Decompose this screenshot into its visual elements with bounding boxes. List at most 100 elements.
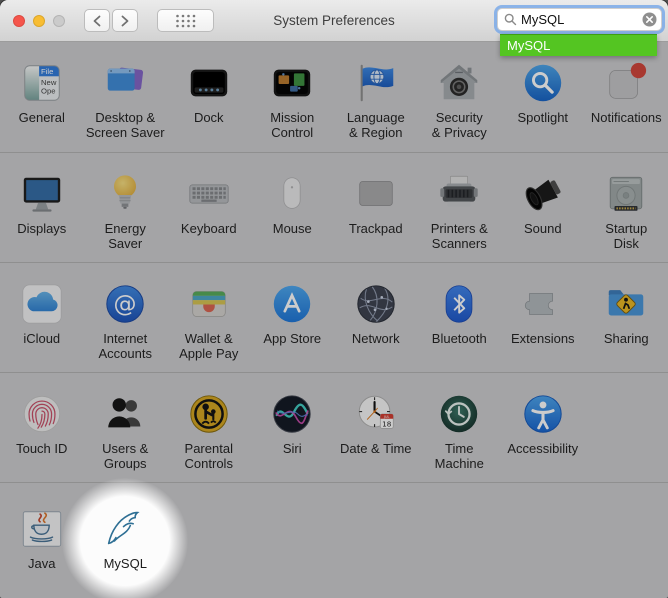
- pane-label: Security & Privacy: [432, 110, 487, 140]
- back-button[interactable]: [84, 9, 110, 32]
- show-all-button[interactable]: [157, 9, 214, 32]
- pane-mouse[interactable]: Mouse: [251, 153, 335, 262]
- search-suggestion-mysql[interactable]: MySQL: [500, 34, 657, 56]
- svg-text:@: @: [114, 292, 137, 318]
- trackpad-icon: [353, 171, 399, 217]
- clear-circle-icon: [642, 12, 657, 27]
- pane-spotlight[interactable]: Spotlight: [501, 42, 585, 152]
- chevron-right-icon: [120, 15, 130, 27]
- pane-wallet-apple-pay[interactable]: Wallet & Apple Pay: [167, 263, 251, 372]
- close-button[interactable]: [13, 15, 25, 27]
- pane-row-3: iCloud @ Internet Accounts Wallet & Appl…: [0, 262, 668, 372]
- pane-label: Internet Accounts: [99, 331, 152, 361]
- pane-row-1: FileNewOpe General Desktop & Screen Save…: [0, 42, 668, 152]
- pane-label: Network: [352, 331, 400, 346]
- pane-label: Mission Control: [270, 110, 314, 140]
- pane-row-4: Touch ID Users & Groups Parental Control…: [0, 372, 668, 482]
- pane-desktop-screensaver[interactable]: Desktop & Screen Saver: [84, 42, 168, 152]
- java-icon: [19, 506, 65, 552]
- mysql-icon: [102, 506, 148, 552]
- time-machine-icon: [436, 391, 482, 437]
- siri-icon: [269, 391, 315, 437]
- search-area: MySQL: [497, 8, 662, 31]
- security-privacy-icon: [436, 60, 482, 106]
- pane-label: App Store: [263, 331, 321, 346]
- pane-keyboard[interactable]: Keyboard: [167, 153, 251, 262]
- pane-bluetooth[interactable]: Bluetooth: [418, 263, 502, 372]
- forward-button[interactable]: [112, 9, 138, 32]
- pane-extensions[interactable]: Extensions: [501, 263, 585, 372]
- pane-app-store[interactable]: App Store: [251, 263, 335, 372]
- pane-label: General: [19, 110, 65, 125]
- pane-users-groups[interactable]: Users & Groups: [84, 373, 168, 482]
- system-preferences-window: System Preferences MySQL FileNewOpe Gene…: [0, 0, 668, 598]
- desktop-screensaver-icon: [102, 60, 148, 106]
- search-input[interactable]: [521, 12, 642, 27]
- pane-energy-saver[interactable]: Energy Saver: [84, 153, 168, 262]
- traffic-lights: [13, 15, 65, 27]
- pane-touch-id[interactable]: Touch ID: [0, 373, 84, 482]
- pane-icloud[interactable]: iCloud: [0, 263, 84, 372]
- pane-security-privacy[interactable]: Security & Privacy: [418, 42, 502, 152]
- pane-language-region[interactable]: Language & Region: [334, 42, 418, 152]
- pane-label: Startup Disk: [605, 221, 647, 251]
- pane-row-2: Displays Energy Saver Keyboard Mouse Tra…: [0, 152, 668, 262]
- pane-time-machine[interactable]: Time Machine: [418, 373, 502, 482]
- fullscreen-button-disabled: [53, 15, 65, 27]
- search-field[interactable]: [497, 8, 662, 31]
- pane-dock[interactable]: Dock: [167, 42, 251, 152]
- pane-label: Java: [28, 556, 55, 571]
- spotlight-icon: [520, 60, 566, 106]
- pane-label: Mouse: [273, 221, 312, 236]
- notifications-icon: [603, 60, 649, 106]
- pane-label: Desktop & Screen Saver: [86, 110, 165, 140]
- pane-date-time[interactable]: JUL18 Date & Time: [334, 373, 418, 482]
- svg-text:New: New: [41, 78, 57, 87]
- pane-mysql[interactable]: MySQL: [84, 483, 168, 597]
- pane-label: Printers & Scanners: [431, 221, 488, 251]
- pane-label: Trackpad: [349, 221, 403, 236]
- dock-icon: [186, 60, 232, 106]
- empty-cell: [585, 483, 668, 597]
- pane-mission-control[interactable]: Mission Control: [251, 42, 335, 152]
- pane-displays[interactable]: Displays: [0, 153, 84, 262]
- parental-controls-icon: [186, 391, 232, 437]
- empty-cell: [418, 483, 502, 597]
- pane-label: Parental Controls: [185, 441, 233, 471]
- empty-cell: [585, 373, 668, 482]
- pane-notifications[interactable]: Notifications: [585, 42, 668, 152]
- svg-text:Ope: Ope: [41, 87, 55, 96]
- pane-parental-controls[interactable]: Parental Controls: [167, 373, 251, 482]
- printers-scanners-icon: [436, 171, 482, 217]
- extensions-icon: [520, 281, 566, 327]
- pane-general[interactable]: FileNewOpe General: [0, 42, 84, 152]
- bluetooth-icon: [436, 281, 482, 327]
- pane-row-5: Java MySQL: [0, 482, 668, 597]
- pane-printers-scanners[interactable]: Printers & Scanners: [418, 153, 502, 262]
- empty-cell: [251, 483, 335, 597]
- pane-label: Sharing: [604, 331, 649, 346]
- pane-label: Extensions: [511, 331, 575, 346]
- pane-label: Wallet & Apple Pay: [179, 331, 238, 361]
- users-groups-icon: [102, 391, 148, 437]
- pane-label: Touch ID: [16, 441, 67, 456]
- clear-search-button[interactable]: [642, 12, 657, 27]
- pane-label: iCloud: [23, 331, 60, 346]
- sharing-icon: [603, 281, 649, 327]
- pane-label: Date & Time: [340, 441, 412, 456]
- pane-accessibility[interactable]: Accessibility: [501, 373, 585, 482]
- pane-startup-disk[interactable]: Startup Disk: [585, 153, 668, 262]
- network-icon: [353, 281, 399, 327]
- pane-label: Siri: [283, 441, 302, 456]
- search-icon: [504, 13, 517, 26]
- pane-label: Keyboard: [181, 221, 237, 236]
- pane-sound[interactable]: Sound: [501, 153, 585, 262]
- pane-sharing[interactable]: Sharing: [585, 263, 668, 372]
- minimize-button[interactable]: [33, 15, 45, 27]
- pane-network[interactable]: Network: [334, 263, 418, 372]
- chevron-left-icon: [92, 15, 102, 27]
- pane-siri[interactable]: Siri: [251, 373, 335, 482]
- window-title: System Preferences: [184, 13, 484, 28]
- pane-trackpad[interactable]: Trackpad: [334, 153, 418, 262]
- pane-internet-accounts[interactable]: @ Internet Accounts: [84, 263, 168, 372]
